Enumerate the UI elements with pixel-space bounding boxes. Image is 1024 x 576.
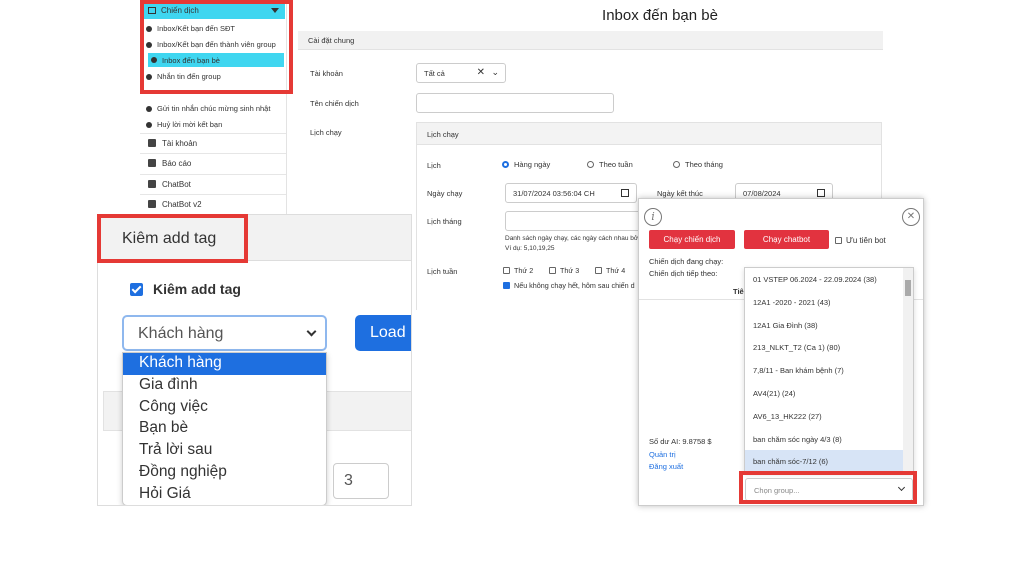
run-campaign-button[interactable]: Chạy chiến dịch (649, 230, 735, 249)
chevron-down-icon: ⌄ (491, 67, 499, 77)
monthly-label: Lịch tháng (427, 217, 462, 226)
caret-down-icon (271, 8, 279, 13)
sidebar-item-inbox-group-members[interactable]: Inbox/Kết bạn đến thành viên group (146, 40, 286, 49)
group-select[interactable]: Chọn group... (745, 478, 913, 501)
clear-icon[interactable]: ✕ (477, 67, 485, 78)
tag-option[interactable]: Công việc (123, 397, 326, 419)
chat-icon (148, 180, 156, 188)
sidebar-item-inbox-sdt[interactable]: Inbox/Kết bạn đến SĐT (146, 24, 286, 33)
background-number-field[interactable]: 3 (333, 463, 389, 499)
calendar-icon (148, 7, 156, 14)
monthly-hint: Danh sách ngày chạy, các ngày cách nhau … (505, 235, 640, 242)
group-option[interactable]: ban chăm sóc ngày 4/3 (8) (745, 428, 913, 451)
sidebar-item-message-group[interactable]: Nhắn tin đến group (146, 72, 286, 81)
sidebar-item-chatbot[interactable]: ChatBot (140, 174, 286, 193)
page-title: Inbox đến bạn bè (602, 7, 718, 24)
weekday-mon-checkbox[interactable]: Thứ 2 (503, 266, 533, 275)
chat-icon (148, 200, 156, 208)
tag-option[interactable]: Trả lời sau (123, 440, 326, 462)
load-button[interactable]: Load (355, 315, 411, 351)
weekday-tue-checkbox[interactable]: Thứ 3 (549, 266, 579, 275)
user-icon (148, 139, 156, 147)
tag-option[interactable]: Khách hàng (123, 353, 326, 375)
info-icon[interactable]: i (644, 208, 662, 226)
group-options-list: 01 VSTEP 06.2024 - 22.09.2024 (38) 12A1 … (744, 267, 914, 472)
calendar-icon[interactable] (621, 189, 629, 197)
ai-balance: Số dư AI: 9.8758 $ (649, 437, 712, 446)
radio-daily[interactable]: Hàng ngày (502, 160, 550, 169)
priority-bot-checkbox[interactable]: Ưu tiên bot (835, 236, 886, 245)
section-header: Cài đặt chung (298, 31, 883, 50)
sidebar-item-inbox-friends[interactable]: Inbox đến bạn bè (148, 53, 284, 67)
group-option[interactable]: AV6_13_HK222 (27) (745, 405, 913, 428)
tag-option[interactable]: Đồng nghiệp (123, 462, 326, 484)
chevron-down-icon (897, 483, 906, 492)
account-label: Tài khoản (310, 69, 343, 78)
weekly-label: Lịch tuần (427, 267, 458, 276)
report-icon (148, 159, 156, 167)
next-campaign-label: Chiến dịch tiếp theo: (649, 269, 718, 278)
radio-weekly[interactable]: Theo tuần (587, 160, 633, 169)
hidden-column-header: Tiê (733, 287, 744, 296)
close-icon[interactable]: ✕ (902, 208, 920, 226)
sidebar-item-cancel-requests[interactable]: Huỷ lời mời kết bạn (146, 120, 286, 129)
run-date-input[interactable]: 31/07/2024 03:56:04 CH (505, 183, 637, 203)
sidebar-item-birthday[interactable]: Gửi tin nhắn chúc mừng sinh nhật (146, 104, 286, 113)
bullet-icon (146, 121, 152, 128)
run-chatbot-button[interactable]: Chạy chatbot (744, 230, 829, 249)
campaign-name-input[interactable] (416, 93, 614, 113)
weekday-wed-checkbox[interactable]: Thứ 4 (595, 266, 625, 275)
group-option[interactable]: 12A1 -2020 - 2021 (43) (745, 291, 913, 314)
bullet-icon (146, 73, 152, 80)
checkbox-checked-icon (130, 282, 143, 296)
sidebar-item-accounts[interactable]: Tài khoản (140, 133, 286, 152)
sidebar-campaign-header[interactable]: Chiến dịch (142, 2, 285, 19)
calendar-icon[interactable] (817, 189, 825, 197)
end-date-label: Ngày kết thúc (657, 189, 703, 198)
group-list-scrollbar[interactable] (903, 268, 913, 471)
schedule-label: Lịch chạy (310, 128, 342, 137)
campaign-header-label: Chiến dịch (161, 6, 199, 15)
group-option[interactable]: 12A1 Gia Đình (38) (745, 314, 913, 337)
radio-monthly[interactable]: Theo tháng (673, 160, 723, 169)
group-option[interactable]: 213_NLKT_T2 (Ca 1) (80) (745, 336, 913, 359)
group-option[interactable]: 7,8/11 - Ban khám bệnh (7) (745, 359, 913, 382)
monthly-example: Ví dụ: 5,10,19,25 (505, 245, 555, 252)
bullet-icon (146, 25, 152, 32)
group-option[interactable]: AV4(21) (24) (745, 382, 913, 405)
admin-link[interactable]: Quản trị (649, 450, 676, 459)
group-option[interactable]: ban chăm sóc-7/12 (6) (745, 450, 913, 471)
bullet-icon (146, 105, 152, 112)
lich-label: Lịch (427, 161, 441, 170)
bot-control-modal: i ✕ Chạy chiến dịch Chạy chatbot Ưu tiên… (638, 198, 924, 506)
tag-select[interactable]: Khách hàng (122, 315, 327, 351)
group-option[interactable]: 01 VSTEP 06.2024 - 22.09.2024 (38) (745, 268, 913, 291)
tag-option[interactable]: Bạn bè (123, 418, 326, 440)
tag-panel-header: Kiêm add tag (98, 215, 411, 261)
bullet-icon (151, 57, 157, 63)
kiem-add-tag-checkbox[interactable]: Kiêm add tag (130, 281, 241, 297)
tag-option[interactable]: Hỏi Giá (123, 484, 326, 505)
sidebar-item-chatbot-v2[interactable]: ChatBot v2 (140, 194, 286, 213)
account-select[interactable]: Tất cả ✕ ⌄ (416, 63, 506, 83)
tag-options-list: Khách hàng Gia đình Công việc Bạn bè Trả… (122, 352, 327, 505)
running-campaign-label: Chiến dịch đang chạy: (649, 257, 724, 266)
chevron-down-icon (306, 326, 317, 337)
run-date-label: Ngày chạy (427, 189, 463, 198)
logout-link[interactable]: Đăng xuất (649, 462, 683, 471)
tag-dropdown-zoom: Kiêm add tag 3 Kiêm add tag Khách hàng L… (97, 214, 412, 506)
sidebar-item-reports[interactable]: Báo cáo (140, 153, 286, 172)
tag-option[interactable]: Gia đình (123, 375, 326, 397)
schedule-panel-title: Lịch chạy (417, 123, 881, 145)
bullet-icon (146, 41, 152, 48)
monthly-input[interactable] (505, 211, 645, 231)
campaign-name-label: Tên chiến dịch (310, 99, 359, 108)
continue-next-day-checkbox[interactable]: Nếu không chạy hết, hôm sau chiến d (503, 281, 635, 290)
